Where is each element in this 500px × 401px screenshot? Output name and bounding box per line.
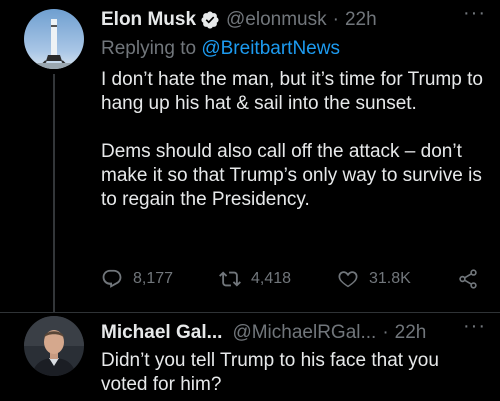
retweet-count: 4,418 bbox=[251, 270, 292, 287]
reply-button[interactable]: 8,177 bbox=[101, 268, 173, 290]
like-button[interactable]: 31.8K bbox=[337, 268, 411, 290]
tweet-paragraph: I don’t hate the man, but it’s time for … bbox=[101, 69, 483, 114]
separator-dot: · bbox=[332, 9, 339, 30]
tweet-paragraph: Dems should also call off the attack – d… bbox=[101, 141, 482, 210]
tweet-text: Didn’t you tell Trump to his face that y… bbox=[101, 349, 486, 397]
handle[interactable]: @elonmusk bbox=[226, 9, 327, 31]
tweet-actions: 8,177 4,418 31.8K bbox=[101, 265, 481, 293]
like-icon bbox=[338, 271, 358, 288]
avatar[interactable] bbox=[24, 316, 84, 376]
tweet-content: Elon Musk @elonmusk · 22h ··· Replying t… bbox=[101, 2, 486, 212]
person-avatar-image bbox=[24, 316, 84, 376]
avatar[interactable] bbox=[24, 9, 84, 69]
timestamp[interactable]: 22h bbox=[345, 9, 377, 31]
mention-link[interactable]: @BreitbartNews bbox=[201, 38, 340, 59]
share-button[interactable] bbox=[457, 268, 489, 290]
tweet-header: Elon Musk @elonmusk · 22h ··· bbox=[101, 2, 486, 32]
more-options-icon[interactable]: ··· bbox=[463, 2, 486, 25]
tweet-header: Michael Gal... @MichaelRGal... · 22h ··· bbox=[101, 315, 486, 345]
tweet-content: Michael Gal... @MichaelRGal... · 22h ···… bbox=[101, 315, 486, 397]
replying-to-label: Replying to bbox=[101, 38, 197, 59]
rocket-avatar-image bbox=[24, 9, 84, 69]
retweet-icon bbox=[219, 271, 241, 287]
like-count: 31.8K bbox=[369, 270, 411, 287]
display-name[interactable]: Elon Musk bbox=[101, 9, 196, 31]
tweet-paragraph: Didn’t you tell Trump to his face that y… bbox=[101, 350, 439, 395]
separator-dot: · bbox=[382, 322, 389, 343]
thread-line bbox=[53, 74, 55, 312]
verified-badge-icon bbox=[201, 11, 219, 29]
more-options-icon[interactable]: ··· bbox=[463, 315, 486, 338]
timestamp[interactable]: 22h bbox=[395, 322, 427, 344]
reply-count: 8,177 bbox=[133, 270, 174, 287]
share-icon bbox=[459, 269, 477, 289]
reply-icon bbox=[102, 269, 122, 288]
retweet-button[interactable]: 4,418 bbox=[219, 268, 291, 290]
display-name[interactable]: Michael Gal... bbox=[101, 322, 222, 344]
tweet-text: I don’t hate the man, but it’s time for … bbox=[101, 68, 486, 212]
tweet[interactable]: Elon Musk @elonmusk · 22h ··· Replying t… bbox=[0, 0, 500, 312]
replying-to: Replying to @BreitbartNews bbox=[101, 38, 486, 62]
handle[interactable]: @MichaelRGal... bbox=[232, 322, 376, 344]
tweet[interactable]: Michael Gal... @MichaelRGal... · 22h ···… bbox=[0, 313, 500, 401]
